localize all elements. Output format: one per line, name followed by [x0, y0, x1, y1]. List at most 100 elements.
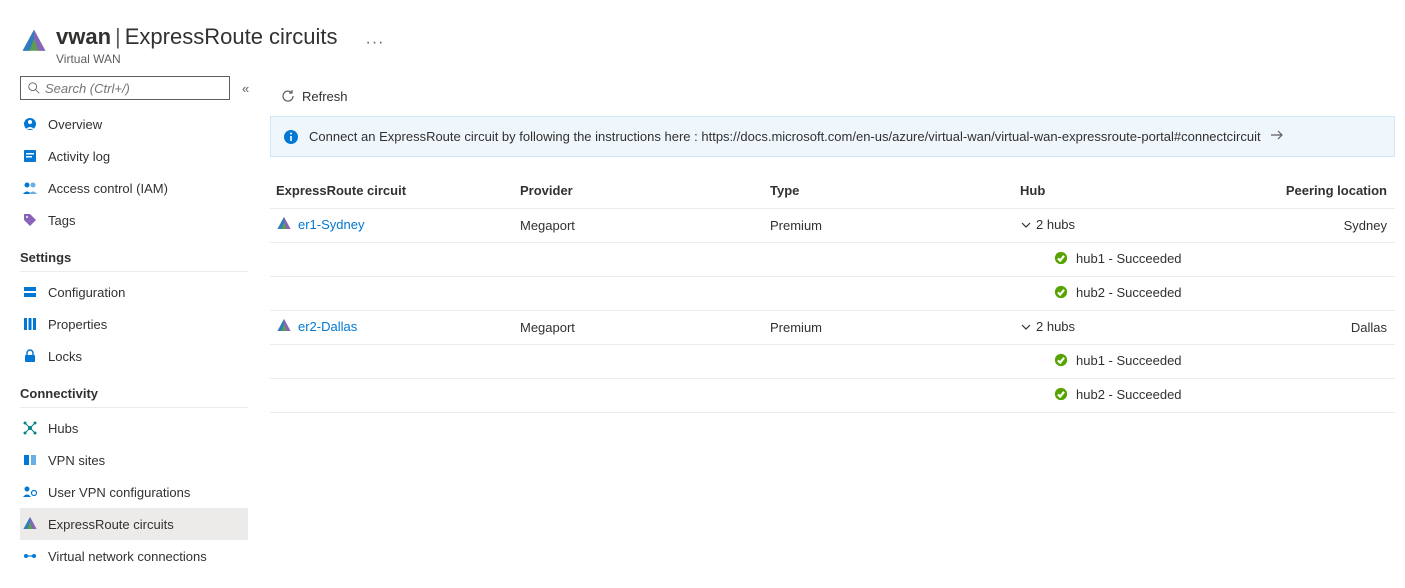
sidebar-item-vpn-sites[interactable]: VPN sites: [20, 444, 248, 476]
search-input-wrapper[interactable]: [20, 76, 230, 100]
hub-name: hub1: [1076, 251, 1105, 266]
toolbar: Refresh: [260, 76, 1405, 116]
table-row-hub: hub2 - Succeeded: [270, 379, 1395, 413]
sidebar-item-properties[interactable]: Properties: [20, 308, 248, 340]
page-header: vwan | ExpressRoute circuits Virtual WAN…: [0, 0, 1405, 76]
circuit-link[interactable]: er2-Dallas: [276, 318, 357, 334]
hubs-icon: [22, 420, 38, 436]
hub-status-row: hub1 - Succeeded: [1054, 353, 1182, 368]
tags-icon: [22, 212, 38, 228]
hub-status: Succeeded: [1116, 251, 1181, 266]
refresh-label: Refresh: [302, 89, 348, 104]
sidebar-item-locks[interactable]: Locks: [20, 340, 248, 372]
circuit-link[interactable]: er1-Sydney: [276, 216, 364, 232]
success-icon: [1054, 251, 1068, 265]
refresh-icon: [280, 88, 296, 104]
more-icon[interactable]: ···: [366, 34, 385, 52]
vnet-icon: [22, 548, 38, 564]
col-type[interactable]: Type: [770, 183, 1020, 198]
sidebar-item-label: Overview: [48, 117, 102, 132]
sidebar-item-access-control[interactable]: Access control (IAM): [20, 172, 248, 204]
properties-icon: [22, 316, 38, 332]
sidebar-item-label: Virtual network connections: [48, 549, 207, 564]
sidebar-item-label: Locks: [48, 349, 82, 364]
table-row-hub: hub2 - Succeeded: [270, 277, 1395, 311]
hub-name: hub2: [1076, 387, 1105, 402]
sidebar-item-label: Hubs: [48, 421, 78, 436]
log-icon: [22, 148, 38, 164]
sidebar-item-expressroute[interactable]: ExpressRoute circuits: [20, 508, 248, 540]
hub-name: hub2: [1076, 285, 1105, 300]
success-icon: [1054, 387, 1068, 401]
hub-name: hub1: [1076, 353, 1105, 368]
overview-icon: [22, 116, 38, 132]
locks-icon: [22, 348, 38, 364]
vpn-sites-icon: [22, 452, 38, 468]
refresh-button[interactable]: Refresh: [272, 80, 356, 112]
sidebar-item-label: Access control (IAM): [48, 181, 168, 196]
cell-provider: Megaport: [520, 320, 770, 335]
cell-provider: Megaport: [520, 218, 770, 233]
col-circuit[interactable]: ExpressRoute circuit: [270, 183, 520, 198]
search-input[interactable]: [45, 81, 223, 96]
sidebar-item-label: Properties: [48, 317, 107, 332]
sidebar-item-tags[interactable]: Tags: [20, 204, 248, 236]
info-banner: Connect an ExpressRoute circuit by follo…: [270, 116, 1395, 157]
sidebar-item-label: Configuration: [48, 285, 125, 300]
chevron-down-icon: [1020, 321, 1032, 333]
sidebar-item-label: User VPN configurations: [48, 485, 190, 500]
hub-status: Succeeded: [1116, 285, 1181, 300]
collapse-icon[interactable]: «: [242, 81, 249, 96]
circuit-name: er2-Dallas: [298, 319, 357, 334]
success-icon: [1054, 353, 1068, 367]
table-row-hub: hub1 - Succeeded: [270, 243, 1395, 277]
configuration-icon: [22, 284, 38, 300]
iam-icon: [22, 180, 38, 196]
expressroute-icon: [276, 318, 292, 334]
expressroute-icon: [20, 28, 48, 56]
sidebar-item-hubs[interactable]: Hubs: [20, 412, 248, 444]
banner-text: Connect an ExpressRoute circuit by follo…: [309, 129, 1261, 144]
sidebar-item-label: ExpressRoute circuits: [48, 517, 174, 532]
sidebar-item-user-vpn[interactable]: User VPN configurations: [20, 476, 248, 508]
col-peer[interactable]: Peering location: [1266, 183, 1395, 198]
sidebar-item-activity-log[interactable]: Activity log: [20, 140, 248, 172]
hub-summary: 2 hubs: [1036, 319, 1075, 334]
arrow-right-icon[interactable]: [1269, 127, 1285, 146]
divider: [20, 407, 248, 408]
success-icon: [1054, 285, 1068, 299]
table-header: ExpressRoute circuit Provider Type Hub P…: [270, 173, 1395, 209]
user-vpn-icon: [22, 484, 38, 500]
sidebar-heading-settings: Settings: [20, 250, 248, 265]
sidebar-item-configuration[interactable]: Configuration: [20, 276, 248, 308]
hub-expand-toggle[interactable]: 2 hubs: [1020, 217, 1075, 232]
circuits-table: ExpressRoute circuit Provider Type Hub P…: [270, 173, 1395, 413]
sidebar-item-vnet-connections[interactable]: Virtual network connections: [20, 540, 248, 572]
search-icon: [27, 81, 41, 95]
sidebar-item-label: VPN sites: [48, 453, 105, 468]
expressroute-icon: [22, 516, 38, 532]
col-hub[interactable]: Hub: [1020, 183, 1266, 198]
cell-peer: Dallas: [1266, 320, 1395, 335]
cell-peer: Sydney: [1266, 218, 1395, 233]
sidebar: « Overview Activity log Access control (…: [0, 76, 260, 588]
sidebar-item-label: Tags: [48, 213, 75, 228]
col-provider[interactable]: Provider: [520, 183, 770, 198]
hub-status-row: hub2 - Succeeded: [1054, 285, 1182, 300]
sidebar-item-overview[interactable]: Overview: [20, 108, 248, 140]
main-content: Refresh Connect an ExpressRoute circuit …: [260, 76, 1405, 588]
hub-expand-toggle[interactable]: 2 hubs: [1020, 319, 1075, 334]
sidebar-item-label: Activity log: [48, 149, 110, 164]
table-row[interactable]: er1-Sydney Megaport Premium 2 hubs Sydne…: [270, 209, 1395, 243]
cell-type: Premium: [770, 218, 1020, 233]
expressroute-icon: [276, 216, 292, 232]
table-row[interactable]: er2-Dallas Megaport Premium 2 hubs Dalla…: [270, 311, 1395, 345]
page-subtitle: Virtual WAN: [56, 52, 338, 66]
sidebar-heading-connectivity: Connectivity: [20, 386, 248, 401]
hub-status: Succeeded: [1116, 353, 1181, 368]
page-title: vwan | ExpressRoute circuits: [56, 24, 338, 50]
hub-status-row: hub1 - Succeeded: [1054, 251, 1182, 266]
cell-type: Premium: [770, 320, 1020, 335]
chevron-down-icon: [1020, 219, 1032, 231]
hub-status: Succeeded: [1116, 387, 1181, 402]
